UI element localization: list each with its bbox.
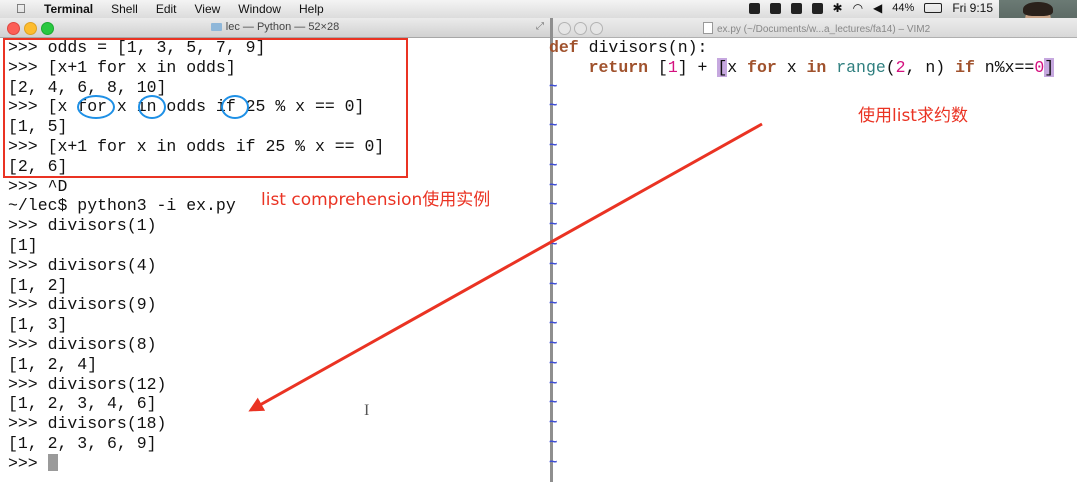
annotation-arrow	[248, 122, 763, 412]
